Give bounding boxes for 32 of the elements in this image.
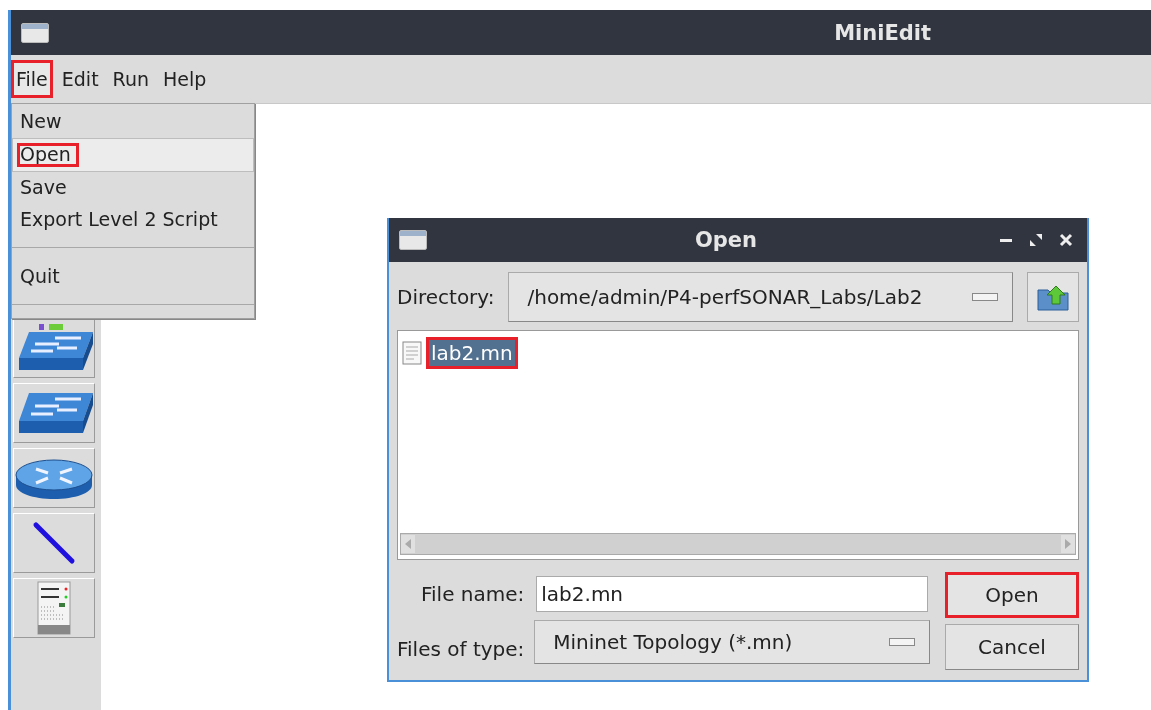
window-title: MiniEdit: [834, 20, 931, 45]
menu-item[interactable]: Save: [20, 176, 67, 198]
dialog-button[interactable]: Open: [945, 572, 1079, 618]
file-type-label: Files of type:: [397, 636, 525, 661]
file-entry[interactable]: lab2.mn: [426, 337, 518, 369]
menu-item[interactable]: File: [11, 60, 53, 98]
file-type-dropdown[interactable]: Mininet Topology (*.mn): [534, 620, 931, 664]
tool-button[interactable]: [13, 383, 95, 443]
menu-item[interactable]: Quit: [20, 265, 60, 287]
menu-item[interactable]: Export Level 2 Script: [20, 208, 218, 230]
tool-button[interactable]: [13, 448, 95, 508]
link-icon: [32, 521, 76, 565]
parent-folder-button[interactable]: [1027, 272, 1079, 322]
directory-label: Directory:: [397, 285, 495, 309]
file-name-field[interactable]: lab2.mn: [536, 576, 929, 612]
menu-item[interactable]: Edit: [56, 60, 104, 98]
tool-button[interactable]: [13, 318, 95, 378]
dialog-title: Open: [693, 228, 759, 252]
server-icon: [37, 581, 71, 635]
menu-item[interactable]: Open: [17, 143, 79, 167]
right-arrow-icon: [1064, 539, 1072, 549]
menu-item[interactable]: New: [20, 110, 62, 132]
menu-item[interactable]: Help: [158, 60, 212, 98]
tool-button[interactable]: [13, 578, 95, 638]
file-name-label: File name:: [421, 581, 525, 606]
file-icon: [402, 341, 422, 365]
directory-dropdown[interactable]: /home/admin/P4-perfSONAR_Labs/Lab2: [508, 272, 1013, 322]
left-arrow-icon: [404, 539, 412, 549]
window-menu-icon[interactable]: [21, 22, 49, 43]
menu-item[interactable]: Run: [107, 60, 155, 98]
dialog-button[interactable]: Cancel: [945, 624, 1079, 670]
tool-button[interactable]: [13, 513, 95, 573]
